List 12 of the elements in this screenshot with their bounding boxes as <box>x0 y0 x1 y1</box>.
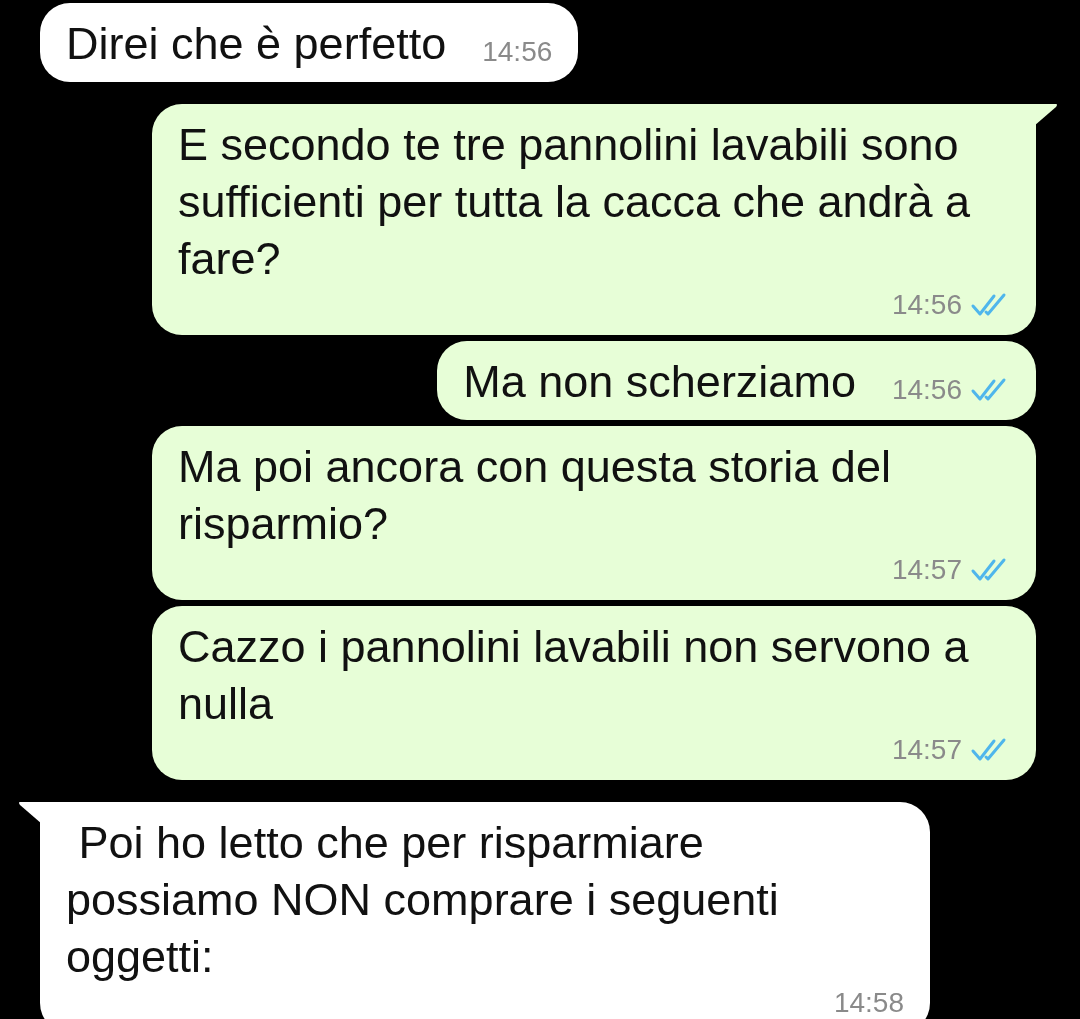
message-time: 14:57 <box>891 553 962 587</box>
message-text: Cazzo i pannolini lavabili non servono a nulla <box>178 620 970 731</box>
message-text: Ma poi ancora con questa storia del risparmio? <box>178 440 892 551</box>
message-time: 14:56 <box>891 373 962 407</box>
message-time: 14:56 <box>891 288 962 322</box>
message-text: Ma non scherziamo <box>463 355 856 409</box>
message-time: 14:57 <box>891 733 962 767</box>
message-time: 14:58 <box>833 986 904 1019</box>
message-text: Direi che è perfetto <box>66 17 447 71</box>
message-text: E secondo te tre pannolini lavabili sono sufficienti per tutta la cacca che andrà a fare? <box>178 118 972 286</box>
message-text: Poi ho letto che per risparmiare possiamo NON comprare i seguenti oggetti: <box>66 816 780 984</box>
message-time: 14:56 <box>482 35 553 69</box>
